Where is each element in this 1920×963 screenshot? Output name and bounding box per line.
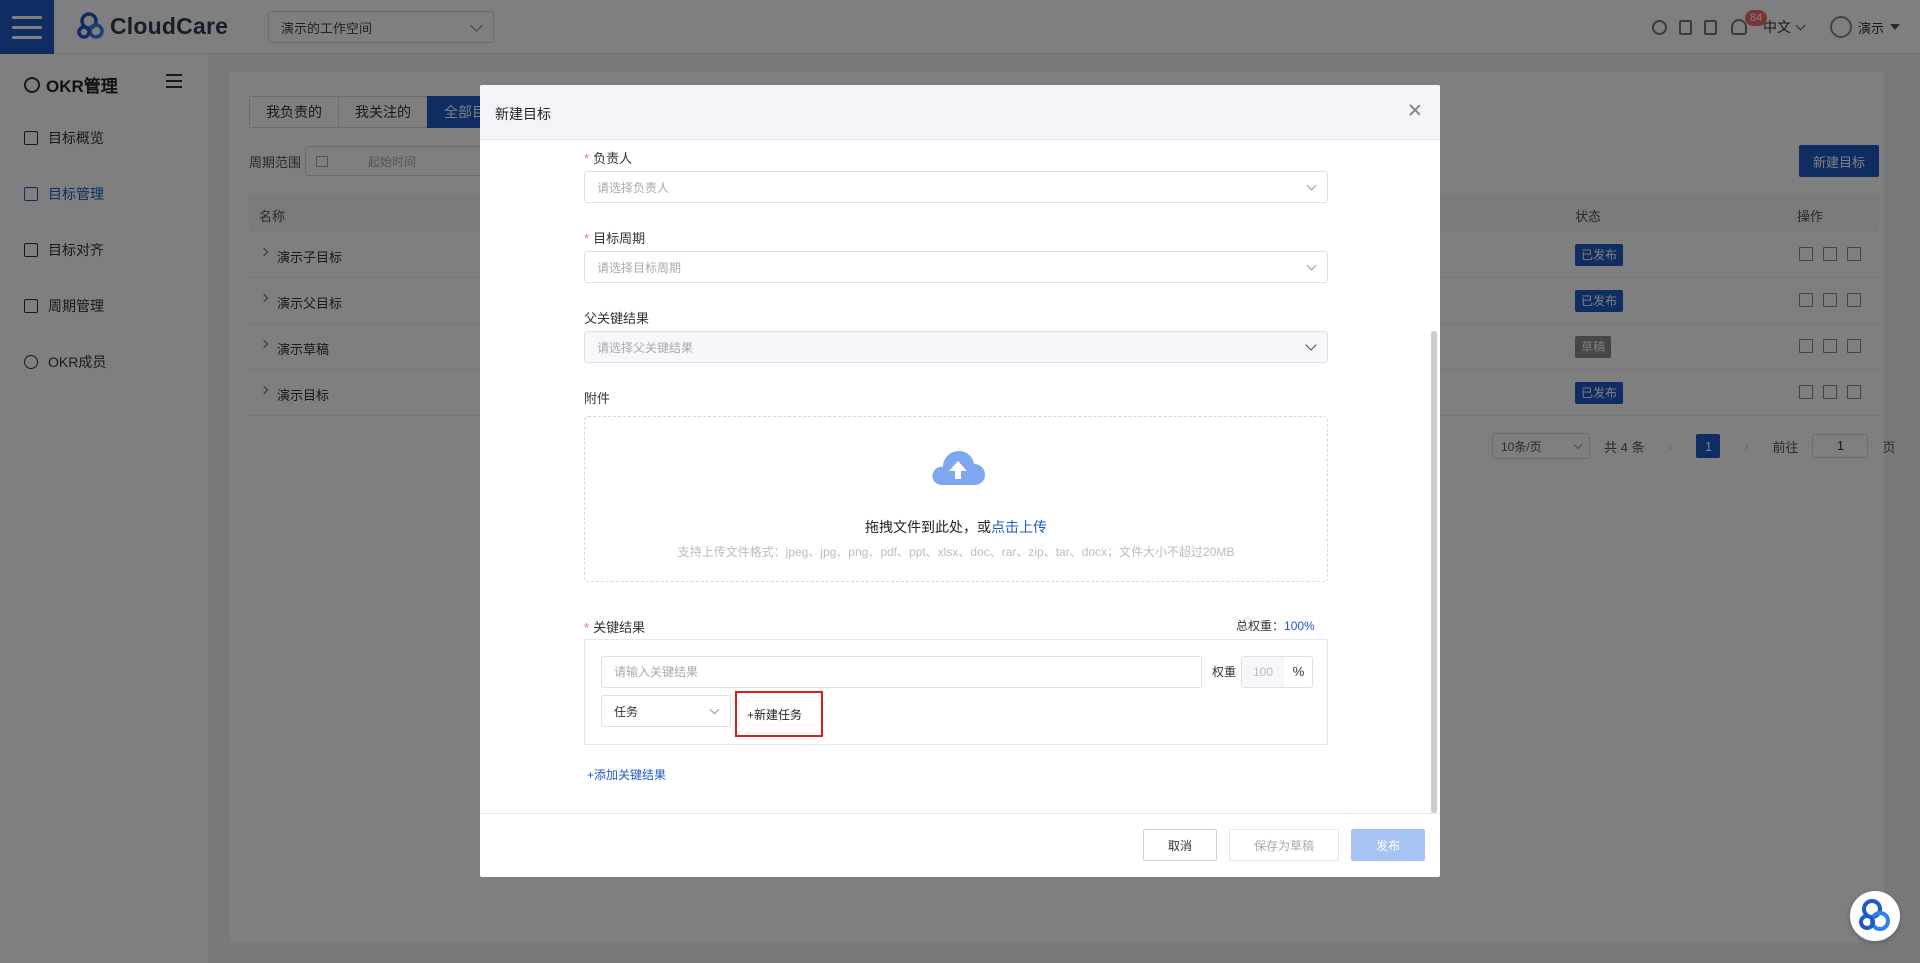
dialog-title: 新建目标 (495, 106, 551, 122)
chevron-down-icon (1305, 339, 1317, 351)
parent-kr-label: 父关键结果 (584, 311, 650, 326)
weight-label: 权重 (1212, 665, 1237, 679)
upload-dropzone[interactable]: 拖拽文件到此处，或点击上传 支持上传文件格式：jpeg、jpg、png、pdf、… (584, 416, 1328, 582)
task-type-select[interactable]: 任务 (601, 695, 731, 727)
period-label: * 目标周期 (584, 231, 646, 246)
period-placeholder: 请选择目标周期 (597, 260, 682, 275)
dialog-body: * 负责人 请选择负责人 * 目标周期 请选择目标周期 父关键结果 请选择父关键结果… (480, 141, 1440, 813)
scrollbar[interactable] (1431, 331, 1437, 813)
assistant-icon (1859, 899, 1890, 931)
period-select[interactable]: 请选择目标周期 (584, 251, 1328, 283)
click-upload-link[interactable]: 点击上传 (991, 519, 1047, 535)
dialog-header: 新建目标 (480, 85, 1440, 140)
upload-tip: 支持上传文件格式：jpeg、jpg、png、pdf、ppt、xlsx、doc、r… (677, 545, 1235, 559)
owner-label: * 负责人 (584, 151, 633, 166)
kr-box: 请输入关键结果 权重 100 % 任务 +新建任务 (584, 639, 1328, 745)
kr-input[interactable]: 请输入关键结果 (601, 656, 1202, 688)
publish-button[interactable]: 发布 (1351, 829, 1425, 861)
parent-kr-select[interactable]: 请选择父关键结果 (584, 331, 1328, 363)
chevron-down-icon (709, 704, 720, 714)
attachment-label: 附件 (584, 391, 611, 406)
kr-label: * 关键结果 (584, 620, 646, 635)
add-kr-link[interactable]: +添加关键结果 (587, 766, 666, 783)
chevron-down-icon (1306, 260, 1317, 270)
total-weight: 总权重：100% (1236, 619, 1315, 633)
owner-select[interactable]: 请选择负责人 (584, 171, 1328, 203)
assistant-float-button[interactable] (1850, 891, 1900, 941)
dialog-footer: 取消 保存为草稿 发布 (480, 813, 1440, 877)
cloud-upload-icon (932, 451, 985, 485)
weight-value: 100 (1242, 657, 1284, 687)
upload-text: 拖拽文件到此处，或点击上传 (865, 519, 1047, 535)
new-task-button[interactable]: +新建任务 (735, 691, 823, 737)
cancel-button[interactable]: 取消 (1143, 829, 1217, 861)
close-icon[interactable] (1406, 101, 1424, 119)
chevron-down-icon (1306, 180, 1317, 190)
owner-placeholder: 请选择负责人 (597, 180, 670, 195)
task-type-value: 任务 (614, 704, 639, 719)
new-target-dialog: 新建目标 * 负责人 请选择负责人 * 目标周期 请选择目标周期 父关键结果 请选择… (480, 85, 1440, 877)
save-draft-button[interactable]: 保存为草稿 (1229, 829, 1339, 861)
weight-input[interactable]: 100 % (1241, 656, 1313, 688)
weight-unit: % (1292, 664, 1305, 679)
parent-kr-placeholder: 请选择父关键结果 (597, 340, 694, 355)
